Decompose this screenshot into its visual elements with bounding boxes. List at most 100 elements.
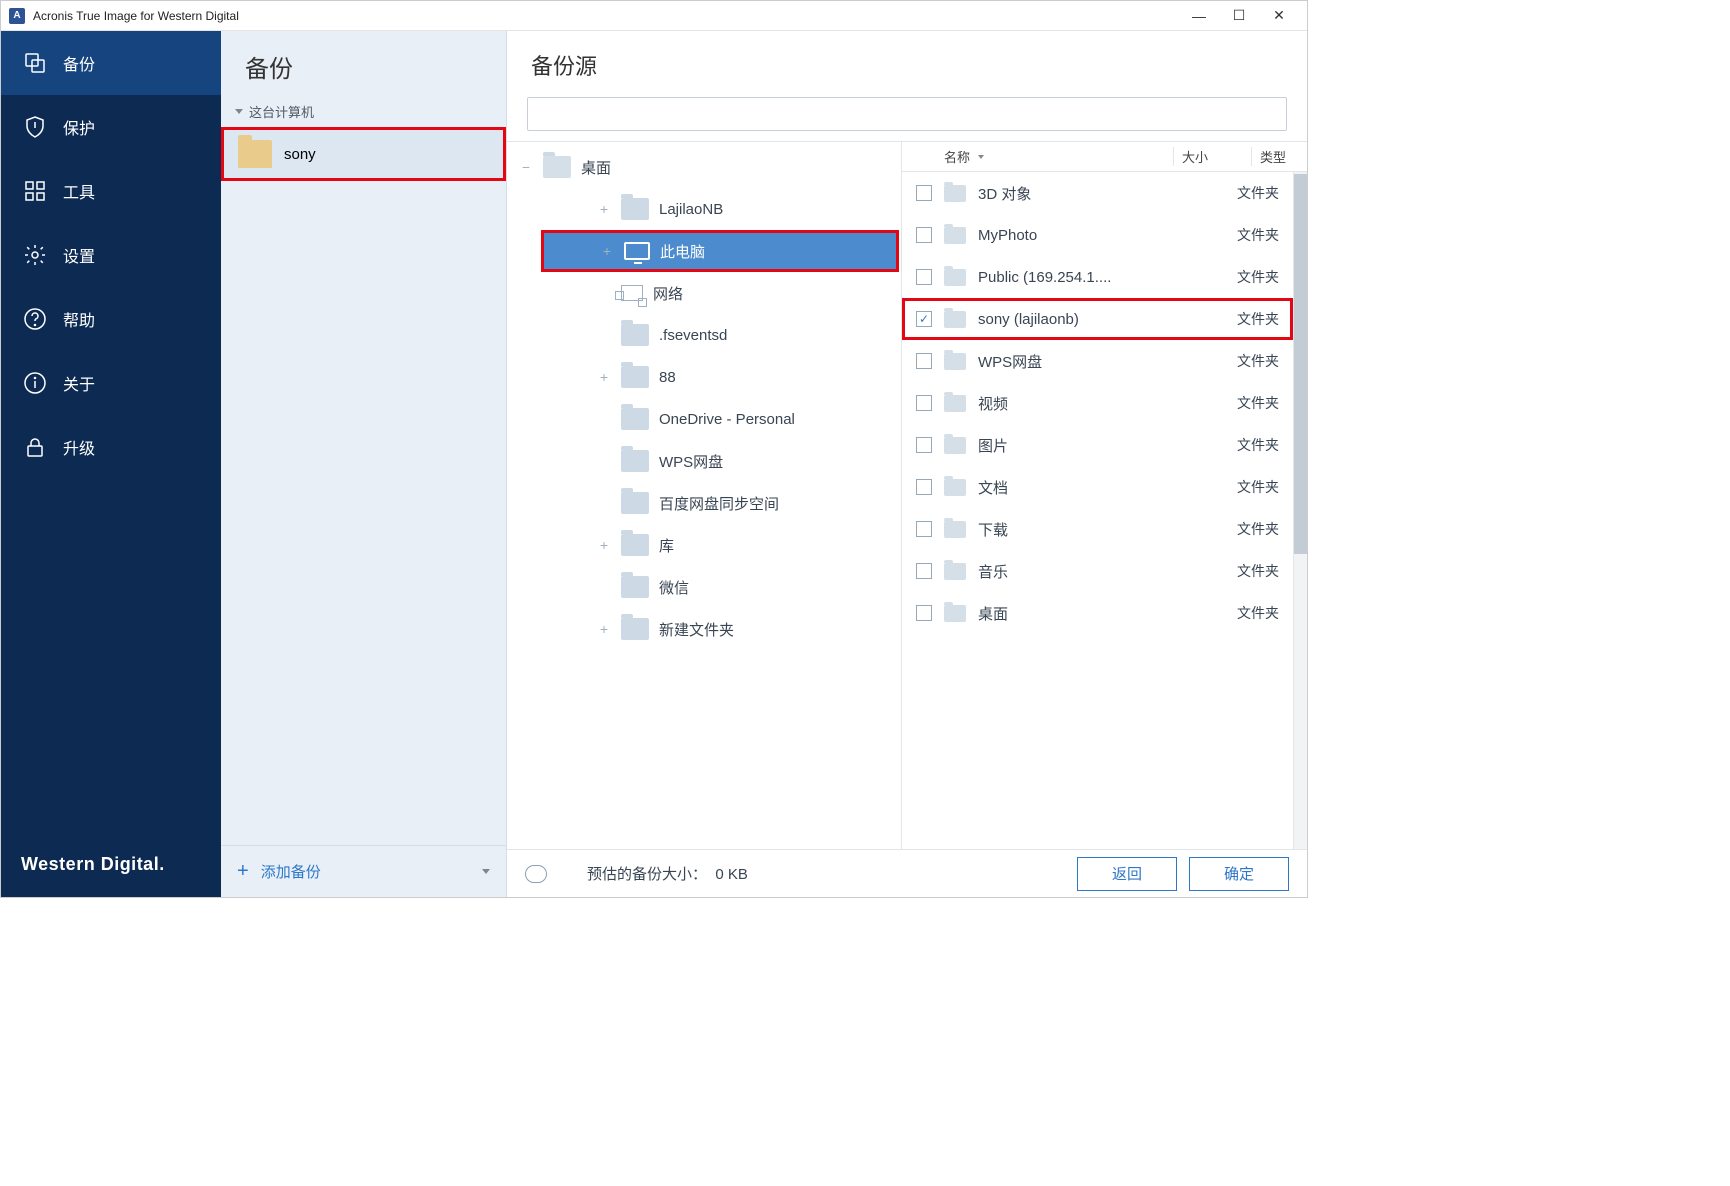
folder-tree[interactable]: −桌面+LajilaoNB+此电脑网络 .fseventsd +88OneDrive… — [507, 142, 901, 849]
col-size[interactable]: 大小 — [1173, 147, 1251, 166]
sort-icon — [978, 155, 984, 159]
scrollbar[interactable] — [1293, 172, 1307, 849]
nav-label: 工具 — [63, 179, 95, 203]
file-row[interactable]: 3D 对象文件夹 — [902, 172, 1293, 214]
tree-node[interactable]: +库 — [507, 524, 901, 566]
folder-icon — [621, 450, 649, 472]
file-type: 文件夹 — [1237, 183, 1293, 203]
nav-tools[interactable]: 工具 — [1, 159, 221, 223]
collapse-icon[interactable]: − — [519, 159, 533, 175]
file-row[interactable]: 图片文件夹 — [902, 424, 1293, 466]
folder-icon — [621, 618, 649, 640]
file-row[interactable]: 视频文件夹 — [902, 382, 1293, 424]
backup-item[interactable]: sony — [221, 127, 506, 181]
tools-icon — [23, 179, 47, 203]
file-name: 文档 — [978, 477, 1237, 498]
folder-icon — [944, 353, 966, 370]
minimize-button[interactable]: — — [1179, 2, 1219, 30]
file-row[interactable]: MyPhoto文件夹 — [902, 214, 1293, 256]
tree-node[interactable]: +LajilaoNB — [507, 188, 901, 230]
checkbox[interactable] — [916, 353, 932, 369]
file-row[interactable]: 音乐文件夹 — [902, 550, 1293, 592]
file-row[interactable]: WPS网盘文件夹 — [902, 340, 1293, 382]
main-panel: 备份源 −桌面+LajilaoNB+此电脑网络.fseventsd+88OneD… — [507, 31, 1307, 897]
nav-gear[interactable]: 设置 — [1, 223, 221, 287]
file-header: 名称 大小 类型 — [902, 142, 1307, 172]
file-name: 视频 — [978, 393, 1237, 414]
ok-button[interactable]: 确定 — [1189, 857, 1289, 891]
midcol-title: 备份 — [221, 31, 506, 96]
tree-node[interactable]: 百度网盘同步空间 — [507, 482, 901, 524]
expand-icon[interactable]: + — [597, 537, 611, 553]
nav-shield[interactable]: 保护 — [1, 95, 221, 159]
status-text: 预估的备份大小： 0 KB — [587, 863, 748, 884]
folder-icon — [621, 492, 649, 514]
checkbox[interactable] — [916, 563, 932, 579]
tree-node[interactable]: +此电脑 — [541, 230, 899, 272]
tree-node[interactable]: 网络 — [507, 272, 901, 314]
nav-info[interactable]: 关于 — [1, 351, 221, 415]
statusbar: 预估的备份大小： 0 KB 返回 确定 — [507, 849, 1307, 897]
checkbox[interactable] — [916, 437, 932, 453]
app-icon: A — [9, 8, 25, 24]
folder-icon — [621, 534, 649, 556]
maximize-button[interactable]: ☐ — [1219, 2, 1259, 30]
checkbox[interactable] — [916, 185, 932, 201]
lock-icon — [23, 435, 47, 459]
scrollbar-thumb[interactable] — [1294, 174, 1307, 554]
checkbox[interactable] — [916, 311, 932, 327]
plus-icon: + — [237, 860, 249, 883]
gear-icon — [23, 243, 47, 267]
file-row[interactable]: 桌面文件夹 — [902, 592, 1293, 634]
file-row[interactable]: Public (169.254.1....文件夹 — [902, 256, 1293, 298]
checkbox[interactable] — [916, 521, 932, 537]
checkbox[interactable] — [916, 395, 932, 411]
tree-label: .fseventsd — [659, 327, 727, 344]
add-backup-button[interactable]: + 添加备份 — [221, 845, 506, 897]
file-list-panel: 名称 大小 类型 3D 对象文件夹MyPhoto文件夹Public (169.2… — [901, 142, 1307, 849]
expand-icon[interactable]: + — [597, 201, 611, 217]
file-row[interactable]: 下载文件夹 — [902, 508, 1293, 550]
checkbox[interactable] — [916, 269, 932, 285]
tree-node[interactable]: OneDrive - Personal — [507, 398, 901, 440]
file-type: 文件夹 — [1237, 435, 1293, 455]
file-row[interactable]: 文档文件夹 — [902, 466, 1293, 508]
tree-node[interactable]: .fseventsd — [507, 314, 901, 356]
shield-icon — [23, 115, 47, 139]
folder-icon — [621, 198, 649, 220]
tree-node[interactable]: +新建文件夹 — [507, 608, 901, 650]
tree-node[interactable]: −桌面 — [507, 146, 901, 188]
chevron-down-icon[interactable] — [482, 869, 490, 874]
file-type: 文件夹 — [1237, 603, 1293, 623]
folder-icon — [944, 311, 966, 328]
back-button[interactable]: 返回 — [1077, 857, 1177, 891]
nav-lock[interactable]: 升级 — [1, 415, 221, 479]
expand-icon[interactable]: + — [597, 369, 611, 385]
nav-help[interactable]: 帮助 — [1, 287, 221, 351]
search-input[interactable] — [527, 97, 1287, 131]
window-title: Acronis True Image for Western Digital — [33, 9, 1179, 23]
checkbox[interactable] — [916, 479, 932, 495]
checkbox[interactable] — [916, 227, 932, 243]
checkbox[interactable] — [916, 605, 932, 621]
file-name: 3D 对象 — [978, 183, 1237, 204]
file-name: 音乐 — [978, 561, 1237, 582]
folder-icon — [944, 605, 966, 622]
file-name: Public (169.254.1.... — [978, 269, 1237, 286]
expand-icon[interactable]: + — [600, 243, 614, 259]
file-row[interactable]: sony (lajilaonb)文件夹 — [902, 298, 1293, 340]
nav-backup[interactable]: 备份 — [1, 31, 221, 95]
file-name: 图片 — [978, 435, 1237, 456]
nav-label: 帮助 — [63, 307, 95, 331]
tree-node[interactable]: WPS网盘 — [507, 440, 901, 482]
col-name[interactable]: 名称 — [944, 147, 1173, 166]
comment-icon[interactable] — [525, 865, 547, 883]
close-button[interactable]: ✕ — [1259, 2, 1299, 30]
tree-node[interactable]: +88 — [507, 356, 901, 398]
folder-icon — [238, 140, 272, 168]
tree-node[interactable]: 微信 — [507, 566, 901, 608]
col-type[interactable]: 类型 — [1251, 147, 1307, 166]
file-name: WPS网盘 — [978, 351, 1237, 372]
expand-icon[interactable]: + — [597, 621, 611, 637]
group-header[interactable]: 这台计算机 — [221, 96, 506, 127]
